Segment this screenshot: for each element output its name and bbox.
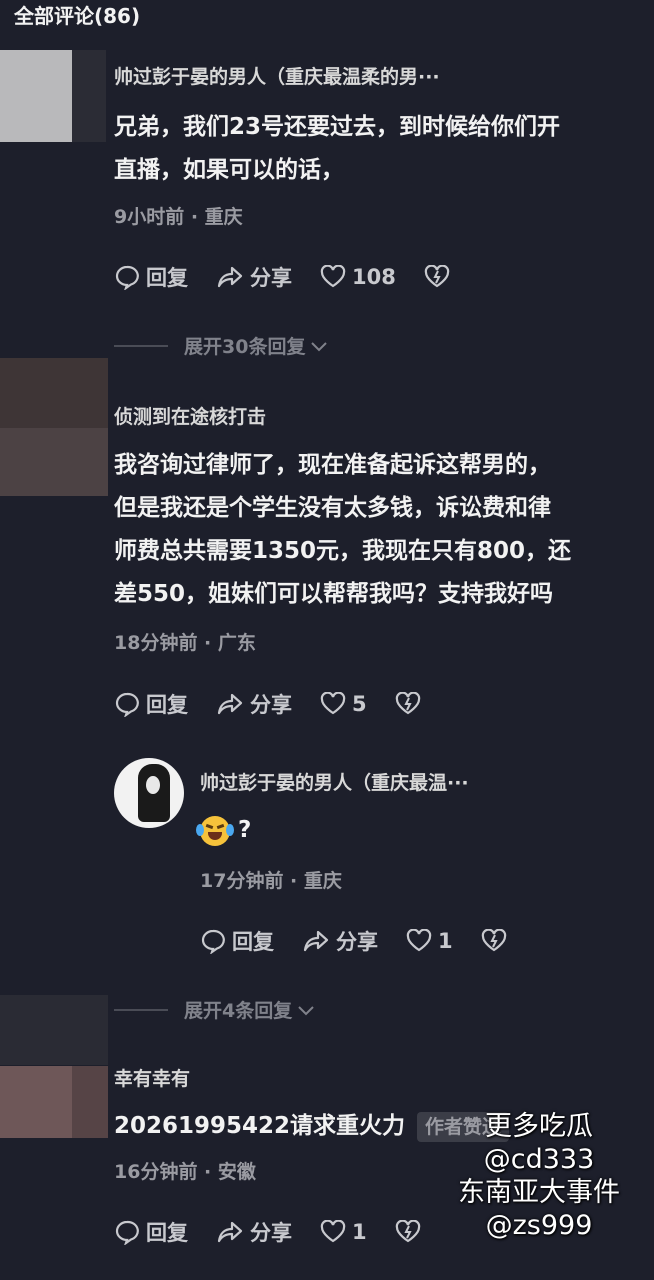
reply-username[interactable]: 帅过彭于晏的男人（重庆最温··· [200, 768, 634, 795]
reply-button[interactable]: 回复 [114, 689, 188, 719]
share-button[interactable]: 分享 [216, 262, 292, 292]
like-button[interactable]: 108 [320, 265, 396, 289]
watermark-line: 东南亚大事件 [458, 1177, 620, 1208]
reply-button[interactable]: 回复 [200, 926, 274, 956]
dislike-button[interactable] [481, 929, 513, 953]
heart-icon [320, 1220, 346, 1243]
broken-heart-icon [395, 1220, 420, 1243]
laughing-crying-emoji-icon [196, 815, 234, 846]
expand-replies-button[interactable]: 展开4条回复 [114, 996, 316, 1023]
comment-bubble-icon [115, 692, 139, 717]
like-button[interactable]: 1 [320, 1220, 367, 1244]
dislike-button[interactable] [395, 692, 427, 716]
comment-text-line: 但是我还是个学生没有太多钱，诉讼费和律 [114, 495, 551, 521]
broken-heart-icon [424, 265, 450, 288]
avatar-partial [0, 995, 108, 1065]
broken-heart-icon [481, 929, 506, 952]
watermark-line: @cd333 [483, 1144, 595, 1175]
reply-text: ? [196, 812, 634, 848]
heart-icon [320, 265, 346, 288]
like-count: 5 [352, 692, 367, 716]
comments-count-title: 全部评论(86) [14, 4, 141, 28]
comment-text-line: 兄弟，我们23号还要过去，到时候给你们开 [114, 114, 561, 140]
like-button[interactable]: 5 [320, 692, 367, 716]
like-button[interactable]: 1 [406, 929, 453, 953]
avatar[interactable] [0, 358, 108, 496]
comment-username[interactable]: 幸有幸有 [114, 1064, 634, 1091]
share-button[interactable]: 分享 [216, 1217, 292, 1247]
share-arrow-icon [217, 693, 243, 715]
heart-icon [320, 692, 346, 715]
expand-replies-button[interactable]: 展开30条回复 [114, 332, 329, 359]
heart-icon [406, 929, 432, 952]
watermark-line: 更多吃瓜 [485, 1111, 593, 1142]
divider-line [114, 1008, 168, 1011]
chevron-down-icon [311, 341, 328, 351]
share-button[interactable]: 分享 [302, 926, 378, 956]
divider-line [114, 344, 168, 347]
reply-avatar[interactable] [114, 758, 184, 828]
comment-meta: 18分钟前 · 广东 [114, 632, 256, 654]
like-count: 1 [352, 1220, 367, 1244]
like-count: 108 [352, 265, 396, 289]
share-arrow-icon [217, 266, 243, 288]
chevron-down-icon [298, 1005, 314, 1015]
reply-button[interactable]: 回复 [114, 1217, 188, 1247]
comment-text-line: 直播，如果可以的话， [114, 157, 344, 183]
share-arrow-icon [303, 930, 329, 952]
comment-meta: 9小时前 · 重庆 [114, 206, 243, 228]
comment-text-line: 差550，姐妹们可以帮帮我吗？支持我好吗 [114, 581, 554, 607]
share-button[interactable]: 分享 [216, 689, 292, 719]
reply-button[interactable]: 回复 [114, 262, 188, 292]
watermark-overlay: 更多吃瓜 @cd333 东南亚大事件 @zs999 [458, 1110, 620, 1242]
broken-heart-icon [395, 692, 420, 715]
dislike-button[interactable] [395, 1220, 427, 1244]
reply-meta: 17分钟前 · 重庆 [200, 870, 342, 892]
avatar[interactable] [0, 50, 106, 142]
avatar[interactable] [0, 1066, 108, 1138]
comment-bubble-icon [201, 929, 225, 954]
comment-bubble-icon [115, 265, 139, 290]
comment-text-line: 我咨询过律师了，现在准备起诉这帮男的， [114, 452, 551, 478]
comment-username[interactable]: 侦测到在途核打击 [114, 402, 634, 429]
like-count: 1 [438, 929, 453, 953]
share-arrow-icon [217, 1221, 243, 1243]
comment-username[interactable]: 帅过彭于晏的男人（重庆最温柔的男··· [114, 62, 634, 89]
dislike-button[interactable] [424, 265, 456, 289]
comment-bubble-icon [115, 1220, 139, 1245]
watermark-line: @zs999 [485, 1210, 593, 1241]
comment-text-line: 师费总共需要1350元，我现在只有800，还 [114, 538, 572, 564]
